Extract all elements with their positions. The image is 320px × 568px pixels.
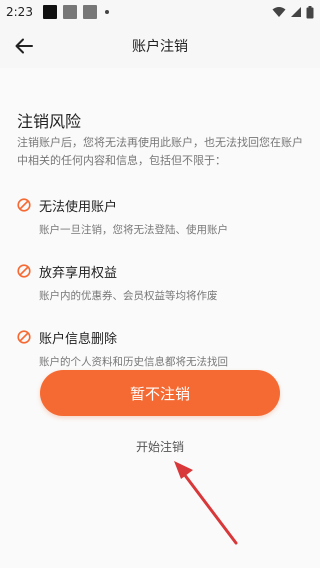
risk-item-desc: 账户一旦注销，您将无法登陆、使用账户: [39, 224, 228, 236]
risk-item: 账户信息删除 账户的个人资料和历史信息都将无法找回: [17, 328, 307, 369]
risk-item-desc: 账户的个人资料和历史信息都将无法找回: [39, 356, 228, 368]
back-button[interactable]: [10, 32, 38, 60]
battery-icon: [306, 5, 314, 18]
notification-icon: [82, 5, 97, 19]
status-time: 2:23: [6, 5, 33, 19]
risk-item-title: 账户信息删除: [39, 331, 118, 347]
risk-item: 放弃享用权益 账户内的优惠券、会员权益等均将作废: [17, 262, 307, 303]
risk-section-title: 注销风险: [17, 112, 82, 131]
status-bar: 2:23: [0, 0, 320, 24]
main-content: 注销风险 注销账户后，您将无法再使用此账户，也无法找回您在账户中相关的任何内容和…: [0, 68, 320, 568]
risk-item: 无法使用账户 账户一旦注销，您将无法登陆、使用账户: [17, 196, 307, 237]
app-header: 账户注销: [0, 24, 320, 68]
page-title: 账户注销: [132, 39, 188, 55]
ban-icon: [17, 330, 31, 344]
wifi-icon: [272, 7, 286, 17]
keep-account-button[interactable]: 暂不注销: [40, 370, 280, 416]
ban-icon: [17, 264, 31, 278]
notification-icon: [62, 5, 77, 19]
arrow-left-icon: [15, 38, 33, 54]
risk-description: 注销账户后，您将无法再使用此账户，也无法找回您在账户中相关的任何内容和信息，包括…: [17, 136, 303, 167]
risk-item-title: 无法使用账户: [39, 199, 118, 215]
signal-icon: [291, 7, 301, 17]
notification-icon: [42, 5, 57, 19]
ban-icon: [17, 198, 31, 212]
risk-item-desc: 账户内的优惠券、会员权益等均将作废: [39, 290, 218, 302]
risk-item-title: 放弃享用权益: [39, 265, 118, 281]
start-deactivation-link[interactable]: 开始注销: [110, 438, 210, 455]
more-notifications-icon: [104, 10, 109, 14]
